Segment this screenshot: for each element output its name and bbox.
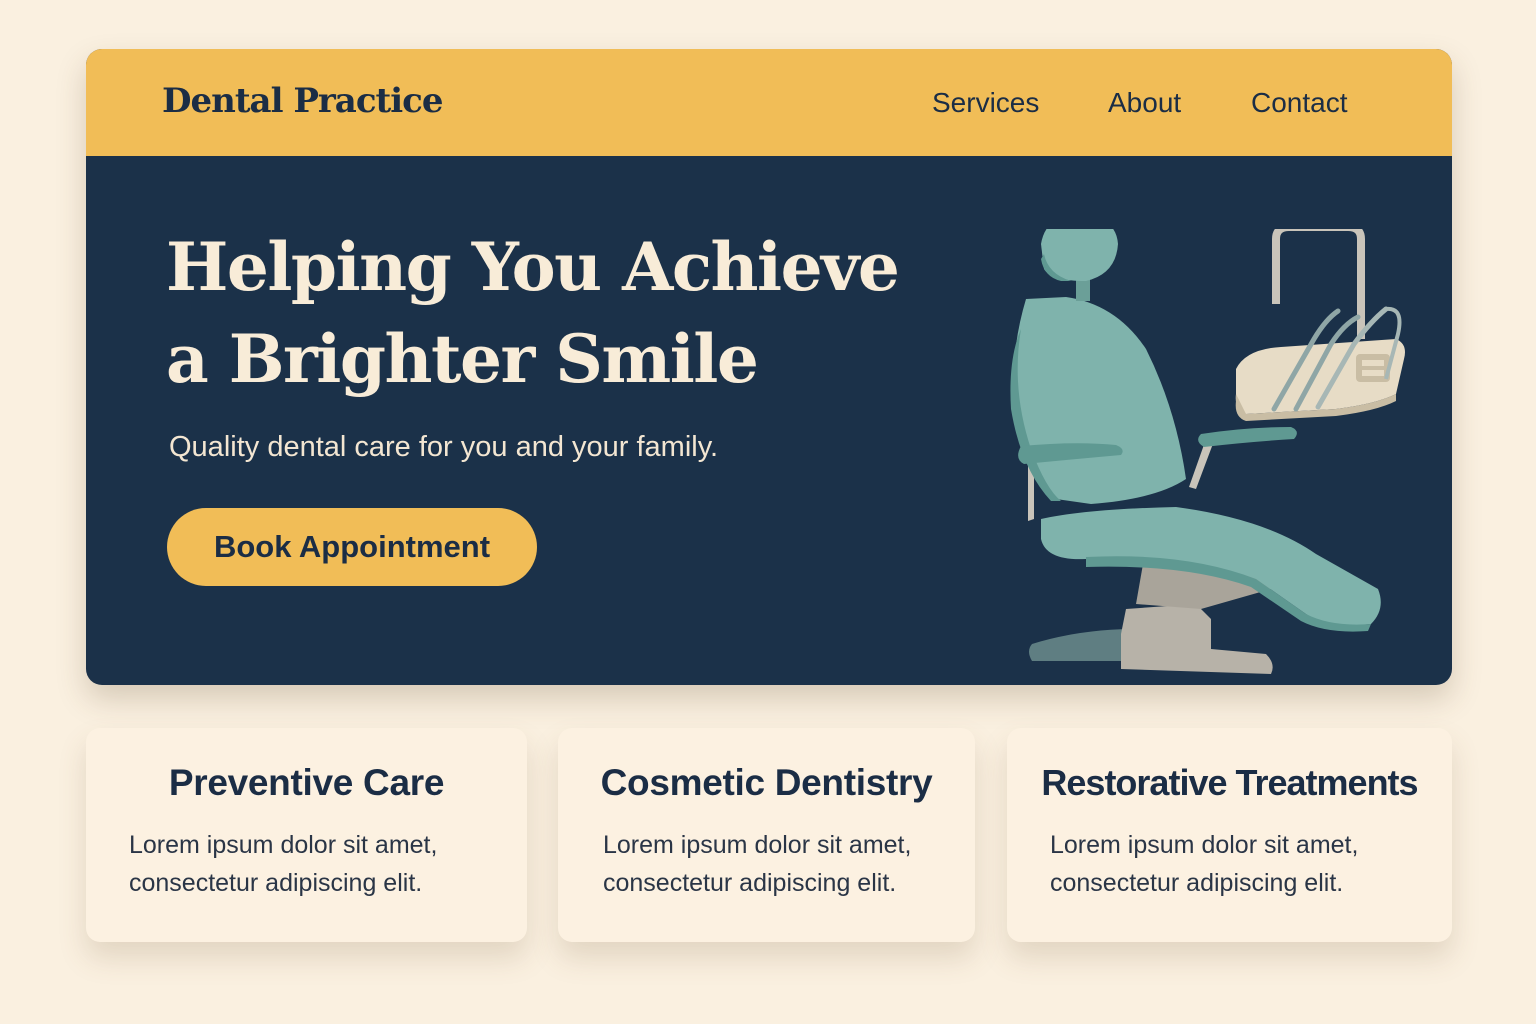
dental-chair-icon bbox=[1010, 229, 1405, 674]
service-card-text-line-2: consectetur adipiscing elit. bbox=[603, 869, 897, 897]
nav-link-contact[interactable]: Contact bbox=[1251, 87, 1348, 119]
service-card-title: Restorative Treatments bbox=[1041, 762, 1418, 803]
service-card-text-line-2: consectetur adipiscing elit. bbox=[129, 869, 423, 897]
service-card-preventive-care[interactable]: Preventive Care Lorem ipsum dolor sit am… bbox=[86, 728, 527, 942]
service-card-text-line-1: Lorem ipsum dolor sit amet, bbox=[603, 831, 912, 859]
navbar: Dental Practice Services About Contact bbox=[86, 49, 1452, 156]
hero-title-line-1: Helping You Achieve bbox=[166, 228, 900, 306]
hero-title-line-2: a Brighter Smile bbox=[166, 320, 759, 398]
service-card-text-line-1: Lorem ipsum dolor sit amet, bbox=[129, 831, 438, 859]
book-appointment-button[interactable]: Book Appointment bbox=[167, 508, 537, 586]
hero-subtitle: Quality dental care for you and your fam… bbox=[169, 431, 719, 463]
nav-link-about[interactable]: About bbox=[1108, 87, 1181, 119]
service-card-title: Preventive Care bbox=[168, 762, 445, 803]
website-mockup: Dental Practice Services About Contact H… bbox=[86, 49, 1452, 685]
service-card-text: Lorem ipsum dolor sit amet, consectetur … bbox=[129, 826, 499, 902]
nav-link-services[interactable]: Services bbox=[932, 87, 1039, 119]
service-card-text: Lorem ipsum dolor sit amet, consectetur … bbox=[1050, 826, 1430, 902]
service-card-cosmetic-dentistry[interactable]: Cosmetic Dentistry Lorem ipsum dolor sit… bbox=[558, 728, 975, 942]
service-card-restorative-treatments[interactable]: Restorative Treatments Lorem ipsum dolor… bbox=[1007, 728, 1452, 942]
service-card-text-line-2: consectetur adipiscing elit. bbox=[1050, 869, 1344, 897]
service-card-text-line-1: Lorem ipsum dolor sit amet, bbox=[1050, 831, 1359, 859]
service-card-text: Lorem ipsum dolor sit amet, consectetur … bbox=[603, 826, 963, 902]
hero-title: Helping You Achieve a Brighter Smile bbox=[166, 221, 926, 405]
brand-logo[interactable]: Dental Practice bbox=[162, 81, 443, 121]
service-card-title: Cosmetic Dentistry bbox=[600, 762, 933, 803]
